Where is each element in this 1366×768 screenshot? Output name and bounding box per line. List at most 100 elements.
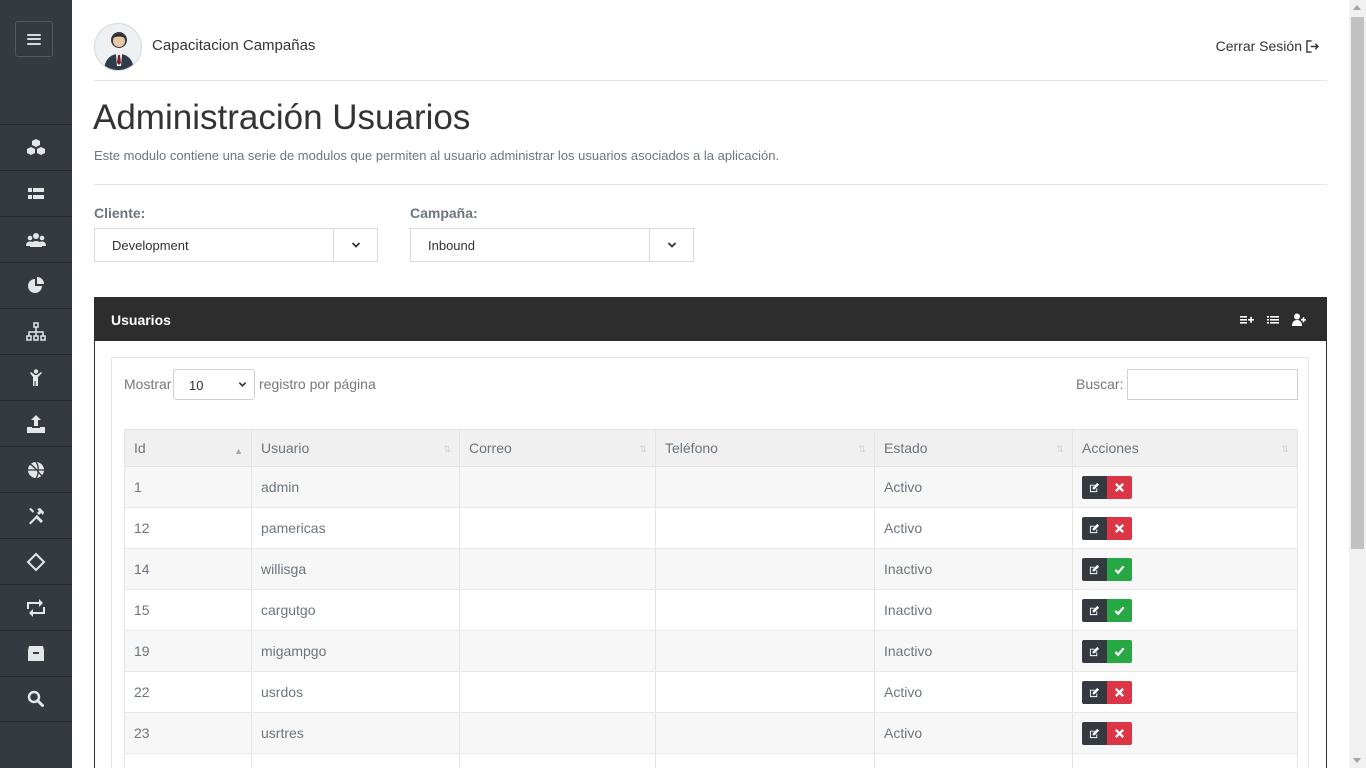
delete-button[interactable] <box>1107 476 1132 499</box>
code-diamond-icon <box>26 552 46 571</box>
avatar <box>94 23 142 71</box>
users-card: Usuarios Mostrar 10 registro por página … <box>94 297 1327 768</box>
sort-icon: ⇅ <box>639 444 647 454</box>
menu-toggle-button[interactable] <box>15 21 53 57</box>
cell-usuario: usrdos <box>251 671 460 713</box>
sitemap-icon <box>26 321 46 341</box>
sidebar-item-cubes[interactable] <box>0 124 72 170</box>
edit-button[interactable] <box>1082 517 1107 540</box>
search-input[interactable] <box>1127 369 1298 400</box>
sidebar-item-archive[interactable] <box>0 630 72 676</box>
row-actions <box>1082 640 1132 663</box>
campaign-select[interactable]: Inbound <box>410 228 694 262</box>
delete-button[interactable] <box>1107 517 1132 540</box>
activate-button[interactable] <box>1107 599 1132 622</box>
card-header: Usuarios <box>95 298 1326 341</box>
row-actions <box>1082 517 1132 540</box>
edit-button[interactable] <box>1082 681 1107 704</box>
column-header-telefono[interactable]: Teléfono ⇅ <box>655 429 875 467</box>
edit-icon <box>1089 523 1100 534</box>
sidebar-item-person[interactable] <box>0 354 72 400</box>
cell-usuario: usrtres <box>251 712 460 754</box>
page-scrollbar[interactable] <box>1349 0 1366 768</box>
column-header-id[interactable]: Id ▲ <box>124 429 252 467</box>
edit-button[interactable] <box>1082 599 1107 622</box>
cell-correo <box>459 507 656 549</box>
scroll-up-arrow-icon[interactable] <box>1353 5 1361 10</box>
scroll-down-arrow-icon[interactable] <box>1353 758 1361 763</box>
cell-estado: Activo <box>874 466 1073 508</box>
client-select[interactable]: Development <box>94 228 378 262</box>
edit-button[interactable] <box>1082 640 1107 663</box>
cell-estado: Activo <box>874 671 1073 713</box>
table-body: 1 admin Activo 12 pamericas Activo 14 willisga I… <box>124 466 1298 768</box>
table-row <box>124 753 1298 768</box>
activate-button[interactable] <box>1107 640 1132 663</box>
search-icon <box>27 690 44 707</box>
users-icon <box>26 232 46 247</box>
cell-estado: Activo <box>874 712 1073 754</box>
sidebar-item-list[interactable] <box>0 170 72 216</box>
cell-id: 22 <box>124 671 252 713</box>
page-length-select[interactable]: 10 <box>173 369 255 400</box>
client-select-toggle[interactable] <box>333 229 377 261</box>
archive-icon <box>28 645 44 661</box>
sidebar-item-users[interactable] <box>0 216 72 262</box>
campaign-label: Campaña: <box>410 205 478 221</box>
retweet-icon <box>27 598 45 617</box>
cell-acciones <box>1072 712 1298 754</box>
divider <box>94 184 1327 185</box>
users-table: Id ▲ Usuario ⇅ Correo ⇅ Teléfono ⇅ Estado ⇅ A… <box>124 429 1298 768</box>
table-row: 15 cargutgo Inactivo <box>124 589 1298 631</box>
logout-link[interactable]: Cerrar Sesión <box>1216 38 1319 54</box>
check-icon <box>1114 646 1125 657</box>
sort-asc-icon: ▲ <box>234 446 243 456</box>
edit-button[interactable] <box>1082 722 1107 745</box>
cell-estado <box>874 753 1073 768</box>
cell-usuario: pamericas <box>251 507 460 549</box>
cell-usuario <box>251 753 460 768</box>
times-icon <box>1114 728 1125 739</box>
sidebar-item-sports[interactable] <box>0 446 72 492</box>
column-header-acciones[interactable]: Acciones ⇅ <box>1072 429 1298 467</box>
sidebar-item-search[interactable] <box>0 676 72 722</box>
times-icon <box>1114 687 1125 698</box>
sidebar-item-stats[interactable] <box>0 262 72 308</box>
sidebar-item-structure[interactable] <box>0 308 72 354</box>
cell-id: 1 <box>124 466 252 508</box>
list-add-icon[interactable] <box>1240 313 1254 326</box>
list-icon[interactable] <box>1266 313 1280 326</box>
sidebar-item-upload[interactable] <box>0 400 72 446</box>
delete-button[interactable] <box>1107 722 1132 745</box>
edit-button[interactable] <box>1082 476 1107 499</box>
cell-telefono <box>655 630 875 672</box>
sidebar <box>0 0 72 768</box>
cell-id: 23 <box>124 712 252 754</box>
column-header-estado[interactable]: Estado ⇅ <box>874 429 1073 467</box>
sort-icon: ⇅ <box>443 444 451 454</box>
column-header-correo[interactable]: Correo ⇅ <box>459 429 656 467</box>
user-plus-icon[interactable] <box>1292 313 1306 326</box>
cell-acciones <box>1072 671 1298 713</box>
column-header-usuario[interactable]: Usuario ⇅ <box>251 429 460 467</box>
table-row: 1 admin Activo <box>124 466 1298 508</box>
cell-telefono <box>655 589 875 631</box>
cell-acciones <box>1072 589 1298 631</box>
campaign-select-toggle[interactable] <box>649 229 693 261</box>
activate-button[interactable] <box>1107 558 1132 581</box>
sidebar-item-sync[interactable] <box>0 584 72 630</box>
chevron-down-icon <box>238 382 247 387</box>
edit-icon <box>1089 728 1100 739</box>
card-tools <box>1240 313 1306 326</box>
check-icon <box>1114 605 1125 616</box>
th-list-icon <box>28 187 44 199</box>
cell-acciones <box>1072 466 1298 508</box>
edit-button[interactable] <box>1082 558 1107 581</box>
sidebar-item-tools[interactable] <box>0 492 72 538</box>
sort-icon: ⇅ <box>858 444 866 454</box>
scrollbar-thumb[interactable] <box>1351 17 1364 549</box>
sidebar-item-code[interactable] <box>0 538 72 584</box>
page-length-value: 10 <box>189 378 204 393</box>
user-avatar-icon <box>104 32 134 70</box>
delete-button[interactable] <box>1107 681 1132 704</box>
